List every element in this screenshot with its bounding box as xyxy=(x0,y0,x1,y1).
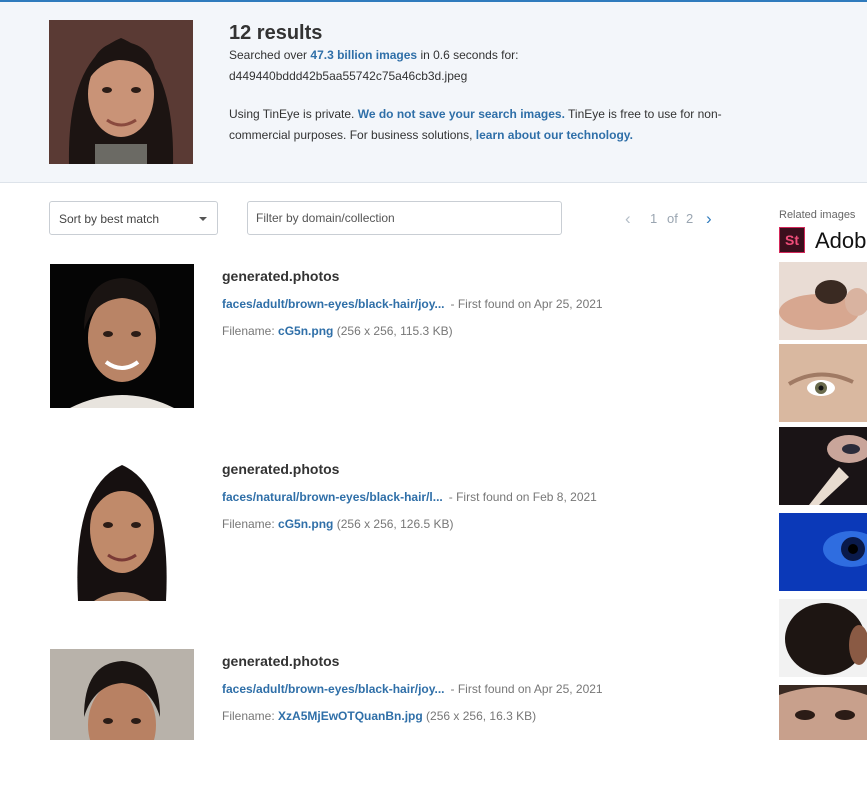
search-stats: Searched over 47.3 billion images in 0.6… xyxy=(229,48,519,62)
result-path-row: faces/adult/brown-eyes/black-hair/joy...… xyxy=(222,682,603,696)
filename-link[interactable]: cG5n.png xyxy=(278,517,333,531)
related-image[interactable] xyxy=(779,599,867,677)
result-filename-row: Filename: cG5n.png (256 x 256, 126.5 KB) xyxy=(222,517,453,531)
result-item: generated.photos faces/adult/brown-eyes/… xyxy=(50,649,750,799)
file-meta: (256 x 256, 126.5 KB) xyxy=(336,517,454,531)
chevron-down-icon xyxy=(199,217,207,221)
related-image[interactable] xyxy=(779,685,867,740)
filename-label: Filename: xyxy=(222,709,275,723)
searched-suffix: in 0.6 seconds for: xyxy=(417,48,519,62)
results-count: 12 results xyxy=(229,22,323,44)
technology-link[interactable]: learn about our technology. xyxy=(476,128,633,142)
result-path-link[interactable]: faces/adult/brown-eyes/black-hair/joy... xyxy=(222,297,445,311)
privacy-prefix: Using TinEye is private. xyxy=(229,107,358,121)
result-filename-row: Filename: cG5n.png (256 x 256, 115.3 KB) xyxy=(222,324,453,338)
result-filename-row: Filename: XzA5MjEwOTQuanBn.jpg (256 x 25… xyxy=(222,709,536,723)
result-item: generated.photos faces/natural/brown-eye… xyxy=(50,457,750,607)
result-path-link[interactable]: faces/adult/brown-eyes/black-hair/joy... xyxy=(222,682,445,696)
sort-dropdown[interactable]: Sort by best match xyxy=(49,201,218,235)
result-domain[interactable]: generated.photos xyxy=(222,461,339,477)
related-image[interactable] xyxy=(779,513,867,591)
current-page: 1 xyxy=(650,211,658,226)
file-meta: (256 x 256, 16.3 KB) xyxy=(426,709,537,723)
file-meta: (256 x 256, 115.3 KB) xyxy=(336,324,453,338)
result-path-link[interactable]: faces/natural/brown-eyes/black-hair/l... xyxy=(222,490,443,504)
total-pages[interactable]: 2 xyxy=(686,211,693,226)
result-image[interactable] xyxy=(50,264,194,408)
first-found: - First found on Feb 8, 2021 xyxy=(448,490,597,504)
related-images-title: Related images xyxy=(779,209,856,221)
privacy-notice: Using TinEye is private. We do not save … xyxy=(229,104,749,146)
result-domain[interactable]: generated.photos xyxy=(222,268,339,284)
result-path-row: faces/natural/brown-eyes/black-hair/l...… xyxy=(222,490,597,504)
pager-of: of xyxy=(667,211,678,226)
result-image[interactable] xyxy=(50,649,194,740)
first-found: - First found on Apr 25, 2021 xyxy=(450,682,603,696)
adobe-stock-logo[interactable]: St Adobe Stock xyxy=(779,227,867,253)
filename-label: Filename: xyxy=(222,517,275,531)
searched-prefix: Searched over xyxy=(229,48,311,62)
filter-input[interactable] xyxy=(247,201,562,235)
adobe-stock-wordmark: Adobe Stock xyxy=(815,228,867,253)
related-image[interactable] xyxy=(779,262,867,340)
query-filename: d449440bddd42b5aa55742c75a46cb3d.jpeg xyxy=(229,69,468,83)
result-image[interactable] xyxy=(50,457,194,601)
image-count-link[interactable]: 47.3 billion images xyxy=(310,48,417,62)
filename-label: Filename: xyxy=(222,324,275,338)
result-path-row: faces/adult/brown-eyes/black-hair/joy...… xyxy=(222,297,603,311)
query-image[interactable] xyxy=(49,20,193,164)
filename-link[interactable]: XzA5MjEwOTQuanBn.jpg xyxy=(278,709,423,723)
related-image[interactable] xyxy=(779,427,867,505)
filename-link[interactable]: cG5n.png xyxy=(278,324,333,338)
search-summary-header: 12 results Searched over 47.3 billion im… xyxy=(0,2,867,183)
result-item: generated.photos faces/adult/brown-eyes/… xyxy=(50,264,750,414)
first-found: - First found on Apr 25, 2021 xyxy=(450,297,603,311)
privacy-link[interactable]: We do not save your search images. xyxy=(358,107,565,121)
chevron-right-icon[interactable]: › xyxy=(706,209,712,229)
adobe-stock-badge: St xyxy=(779,227,805,253)
result-domain[interactable]: generated.photos xyxy=(222,653,339,669)
chevron-left-icon[interactable]: ‹ xyxy=(625,209,631,229)
sort-label: Sort by best match xyxy=(59,212,160,226)
related-image[interactable] xyxy=(779,344,867,422)
